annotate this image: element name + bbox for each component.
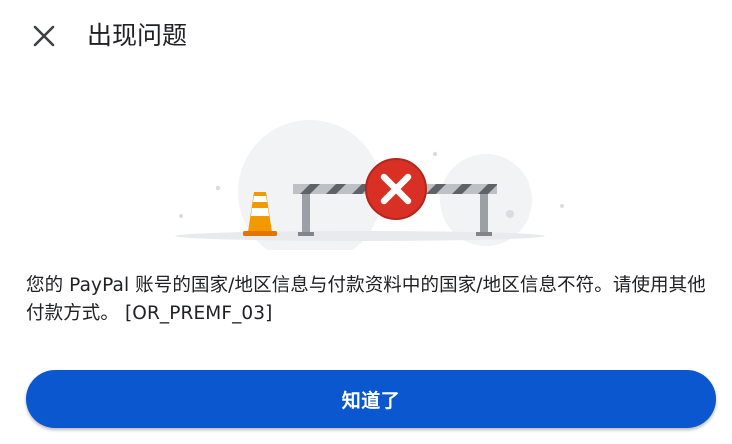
dialog-title: 出现问题 — [87, 21, 188, 50]
close-button[interactable] — [24, 16, 64, 56]
got-it-button-label: 知道了 — [341, 390, 401, 412]
barrier-post-left — [302, 192, 310, 234]
close-icon — [33, 25, 55, 47]
error-dialog: 出现问题 您的 PayPal 账号的国家/地区信息与付款资料中的国家/地区信息不… — [0, 0, 732, 444]
error-barrier-illustration — [175, 120, 564, 250]
barrier-post-right — [480, 192, 488, 234]
got-it-button[interactable]: 知道了 — [26, 370, 716, 428]
dialog-header: 出现问题 — [0, 0, 732, 74]
error-message: 您的 PayPal 账号的国家/地区信息与付款资料中的国家/地区信息不符。请使用… — [26, 275, 706, 324]
error-x-icon — [365, 158, 427, 220]
